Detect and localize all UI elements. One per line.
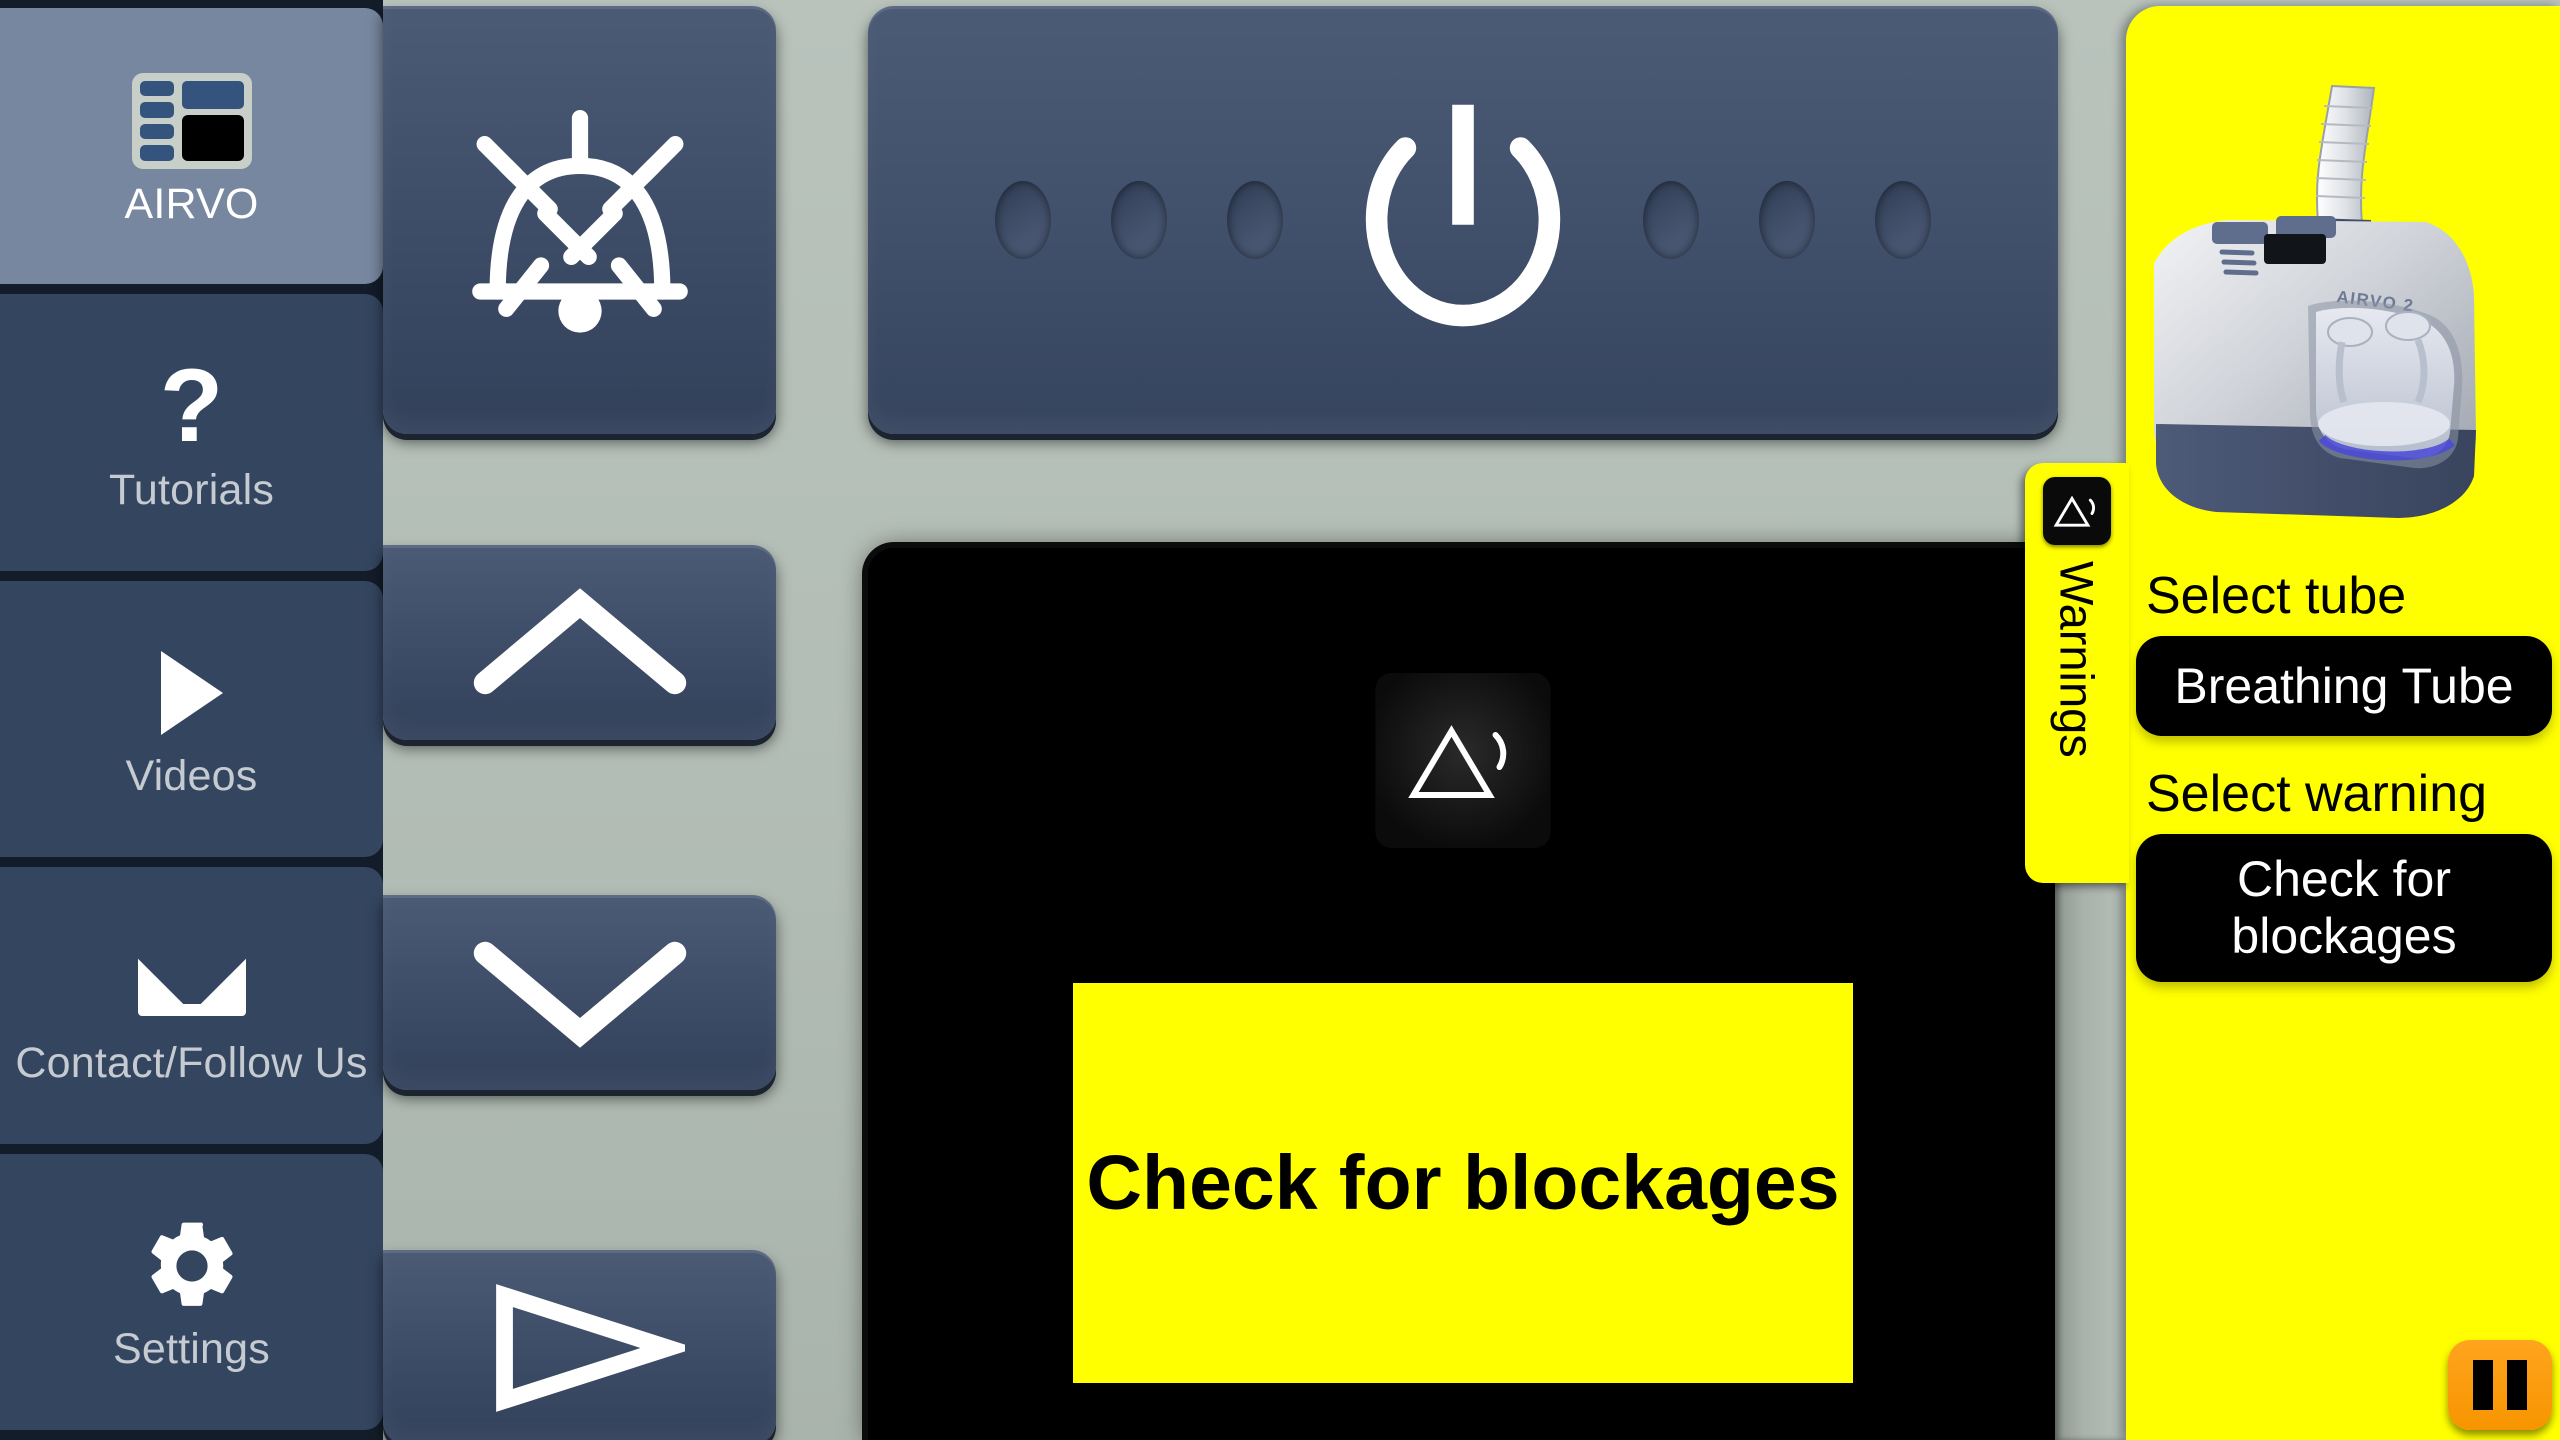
screen-content: Check for blockages bbox=[1073, 673, 1853, 1413]
triangle-outline-icon bbox=[495, 1283, 685, 1412]
select-tube-dropdown[interactable]: Breathing Tube bbox=[2136, 636, 2552, 736]
bell-muted-icon bbox=[471, 110, 688, 333]
sidebar-item-videos[interactable]: Videos bbox=[0, 580, 383, 858]
sidebar-item-label: Contact/Follow Us bbox=[15, 1038, 368, 1087]
screen-warning-text: Check for blockages bbox=[1086, 1139, 1840, 1226]
sidebar-item-label: Videos bbox=[125, 752, 258, 801]
airvo-panel-icon bbox=[131, 66, 252, 176]
warnings-tab-label: Warnings bbox=[2050, 561, 2104, 758]
pause-icon-bar-right bbox=[2507, 1360, 2527, 1410]
power-icon bbox=[1365, 104, 1561, 327]
airvo2-device-photo: AIRVO 2 bbox=[2126, 6, 2560, 566]
sidebar-item-label: Tutorials bbox=[108, 466, 275, 515]
power-button[interactable] bbox=[868, 6, 2058, 434]
gear-icon bbox=[140, 1211, 244, 1321]
alarm-triangle-sound-icon bbox=[1375, 673, 1551, 848]
chevron-up-icon bbox=[473, 587, 686, 694]
sidebar-item-label: Settings bbox=[113, 1325, 270, 1374]
mode-button[interactable] bbox=[383, 1250, 776, 1440]
panel-edge-strip bbox=[2055, 880, 2127, 1440]
select-warning-dropdown[interactable]: Check for blockages bbox=[2136, 834, 2552, 982]
sidebar-item-contact[interactable]: Contact/Follow Us bbox=[0, 867, 383, 1144]
up-button[interactable] bbox=[383, 545, 776, 740]
chevron-down-icon bbox=[473, 941, 686, 1048]
warnings-panel: AIRVO 2 Select tube Breathing Tube Selec… bbox=[2126, 6, 2560, 1440]
envelope-icon bbox=[137, 925, 246, 1035]
screen-warning-banner: Check for blockages bbox=[1073, 983, 1853, 1383]
alarm-triangle-sound-icon bbox=[2043, 477, 2111, 545]
sidebar-item-tutorials[interactable]: ? Tutorials bbox=[0, 294, 383, 571]
warnings-tab[interactable]: Warnings bbox=[2025, 463, 2129, 883]
sidebar: AIRVO ? Tutorials Videos Contact/Follow … bbox=[0, 0, 383, 1440]
pause-button[interactable] bbox=[2448, 1340, 2552, 1430]
pause-icon-bar-left bbox=[2473, 1360, 2493, 1410]
down-button[interactable] bbox=[383, 895, 776, 1090]
select-warning-label: Select warning bbox=[2146, 765, 2488, 823]
app-root: AIRVO ? Tutorials Videos Contact/Follow … bbox=[0, 0, 2560, 1440]
sidebar-item-label: AIRVO bbox=[124, 179, 259, 228]
sidebar-item-settings[interactable]: Settings bbox=[0, 1153, 383, 1431]
device-screen[interactable]: Check for blockages bbox=[868, 548, 2058, 1440]
sidebar-item-airvo[interactable]: AIRVO bbox=[0, 8, 383, 285]
warnings-controls: Select tube Breathing Tube Select warnin… bbox=[2126, 566, 2560, 1440]
play-triangle-icon bbox=[160, 638, 223, 748]
select-tube-label: Select tube bbox=[2146, 567, 2407, 625]
alarm-mute-button[interactable] bbox=[383, 6, 776, 434]
question-mark-icon: ? bbox=[159, 348, 224, 465]
